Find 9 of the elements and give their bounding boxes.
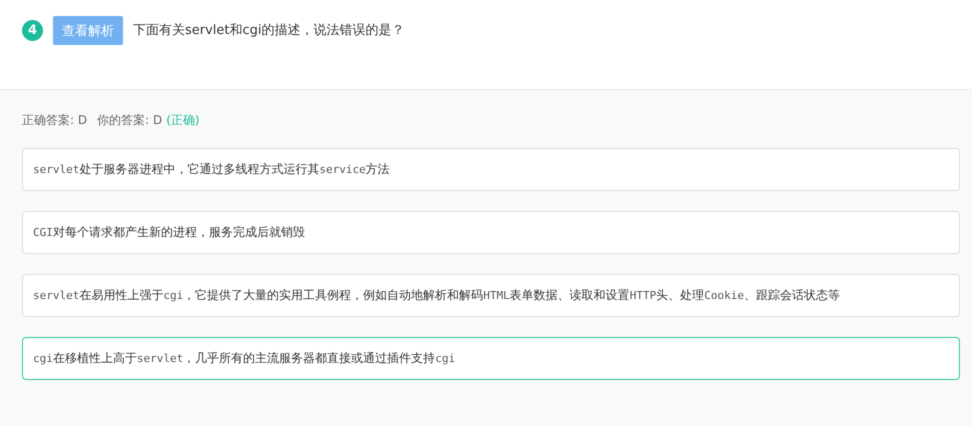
question-text: 下面有关servlet和cgi的描述，说法错误的是？ [133,22,405,39]
your-answer-label: 你的答案: D [97,112,162,129]
answer-option[interactable]: cgi在移植性上高于servlet，几乎所有的主流服务器都直接或通过插件支持cgi [22,337,960,380]
answer-option[interactable]: servlet在易用性上强于cgi，它提供了大量的实用工具例程，例如自动地解析和解码HTML表单数据、读取和设置HTTP头、处理Cookie、跟踪会话状态等 [22,274,960,317]
verdict-label: (正确) [166,112,200,129]
correct-answer-label: 正确答案: D [22,112,88,129]
question-number-badge: 4 [22,20,43,41]
answer-option[interactable]: servlet处于服务器进程中，它通过多线程方式运行其service方法 [22,148,960,191]
answer-option[interactable]: CGI对每个请求都产生新的进程，服务完成后就销毁 [22,211,960,254]
